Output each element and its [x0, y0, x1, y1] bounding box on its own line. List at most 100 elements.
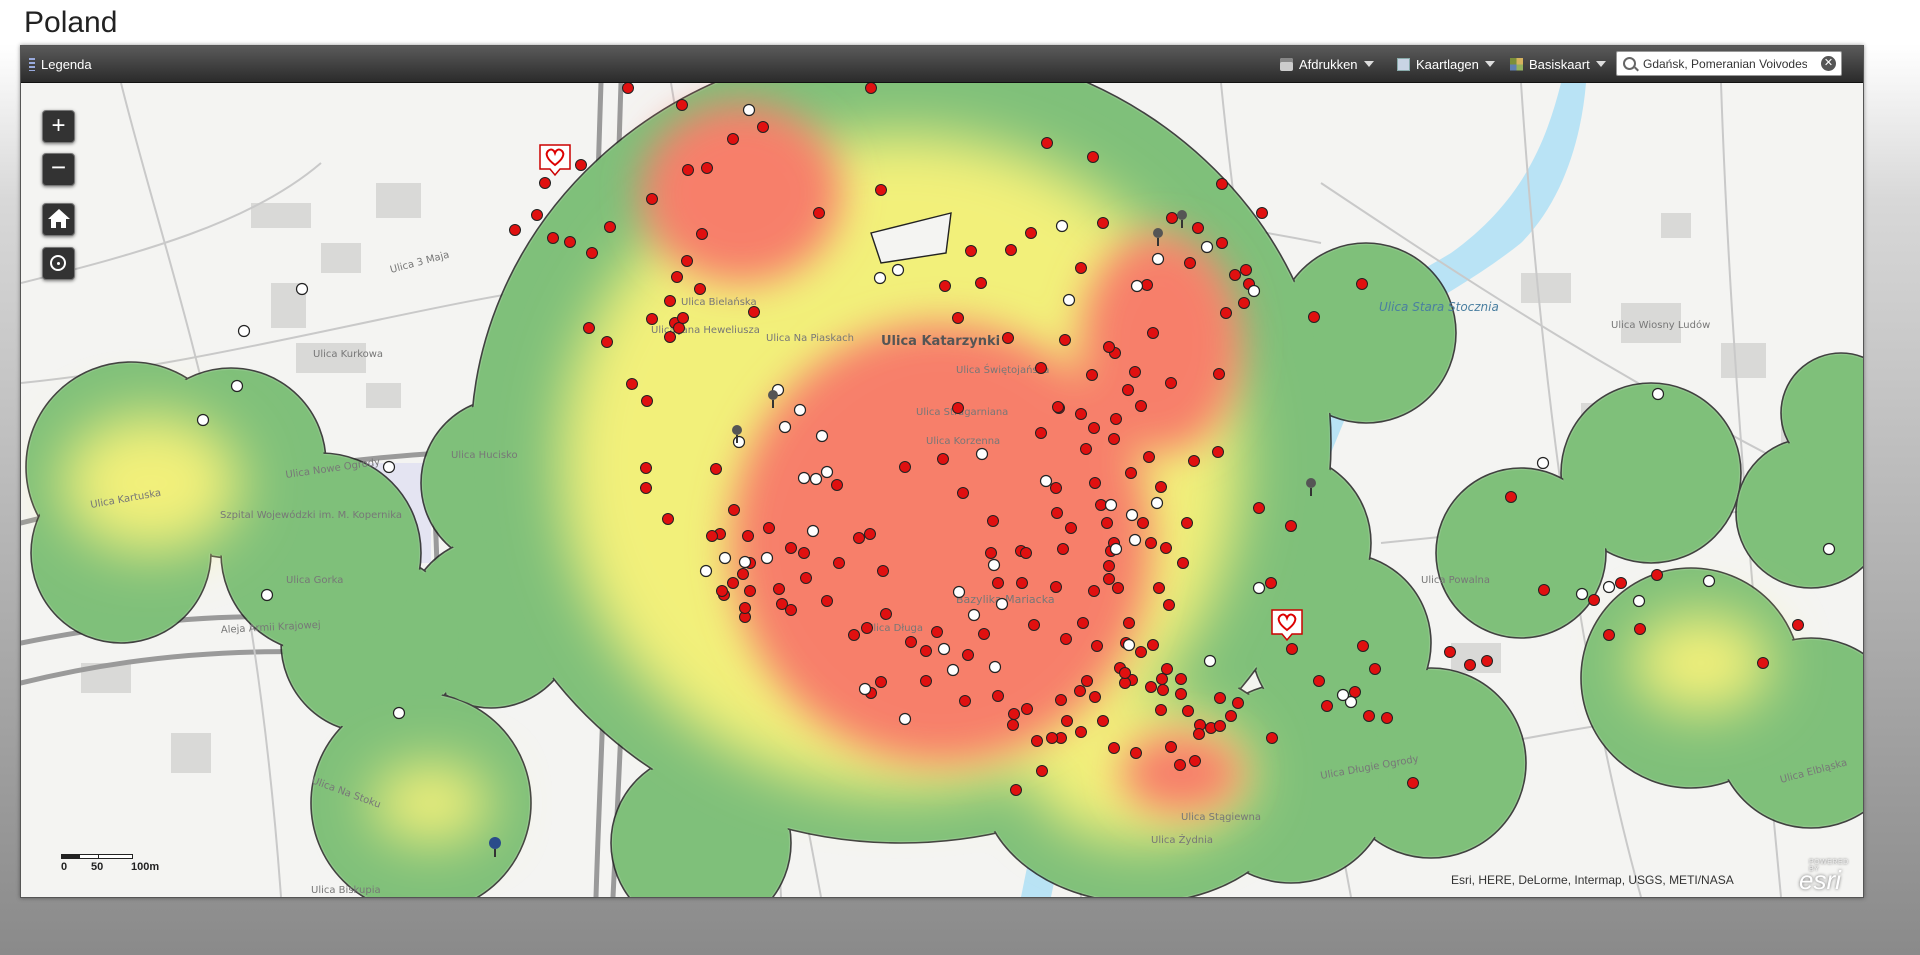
observation-point[interactable]: [1089, 691, 1101, 703]
observation-point[interactable]: [1108, 433, 1120, 445]
observation-point[interactable]: [985, 547, 997, 559]
observation-point[interactable]: [1538, 584, 1550, 596]
observation-point[interactable]: [1145, 537, 1157, 549]
observation-point[interactable]: [1075, 262, 1087, 274]
observation-point[interactable]: [937, 453, 949, 465]
observation-point[interactable]: [1214, 720, 1226, 732]
observation-point[interactable]: [1016, 577, 1028, 589]
observation-point[interactable]: [1588, 594, 1600, 606]
observation-point[interactable]: [1247, 284, 1261, 298]
observation-point[interactable]: [1061, 715, 1073, 727]
observation-point[interactable]: [1097, 715, 1109, 727]
observation-point[interactable]: [809, 472, 823, 486]
observation-point[interactable]: [547, 232, 559, 244]
observation-point[interactable]: [1229, 269, 1241, 281]
observation-point[interactable]: [1157, 684, 1169, 696]
observation-point[interactable]: [1108, 742, 1120, 754]
observation-point[interactable]: [1212, 446, 1224, 458]
observation-point[interactable]: [785, 604, 797, 616]
observation-point[interactable]: [1145, 681, 1157, 693]
observation-point[interactable]: [531, 209, 543, 221]
observation-point[interactable]: [813, 207, 825, 219]
observation-point[interactable]: [1192, 222, 1204, 234]
observation-point[interactable]: [1156, 673, 1168, 685]
observation-point[interactable]: [1265, 577, 1277, 589]
observation-point[interactable]: [742, 530, 754, 542]
observation-point[interactable]: [1021, 703, 1033, 715]
observation-point[interactable]: [899, 461, 911, 473]
observation-point[interactable]: [1119, 667, 1131, 679]
zoom-in-button[interactable]: +: [42, 110, 75, 143]
observation-point[interactable]: [959, 695, 971, 707]
observation-point[interactable]: [1151, 252, 1165, 266]
observation-point[interactable]: [877, 565, 889, 577]
observation-point[interactable]: [664, 295, 676, 307]
observation-point[interactable]: [1363, 710, 1375, 722]
observation-point[interactable]: [1575, 587, 1589, 601]
observation-point[interactable]: [1002, 332, 1014, 344]
observation-point[interactable]: [1119, 677, 1131, 689]
observation-point[interactable]: [706, 530, 718, 542]
observation-point[interactable]: [604, 221, 616, 233]
observation-point[interactable]: [260, 588, 274, 602]
observation-point[interactable]: [1103, 560, 1115, 572]
observation-point[interactable]: [995, 597, 1009, 611]
observation-point[interactable]: [392, 706, 406, 720]
observation-point[interactable]: [1603, 629, 1615, 641]
observation-point[interactable]: [1175, 688, 1187, 700]
observation-point[interactable]: [1075, 726, 1087, 738]
observation-point[interactable]: [673, 322, 685, 334]
observation-point[interactable]: [1702, 574, 1716, 588]
observation-point[interactable]: [671, 271, 683, 283]
print-button[interactable]: Afdrukken: [1280, 46, 1374, 82]
observation-point[interactable]: [967, 608, 981, 622]
observation-point[interactable]: [1065, 522, 1077, 534]
observation-point[interactable]: [1464, 659, 1476, 671]
observation-point[interactable]: [237, 324, 251, 338]
observation-point[interactable]: [898, 712, 912, 726]
observation-point[interactable]: [564, 236, 576, 248]
observation-point[interactable]: [664, 331, 676, 343]
observation-point[interactable]: [699, 564, 713, 578]
observation-point[interactable]: [539, 177, 551, 189]
observation-point[interactable]: [1792, 619, 1804, 631]
observation-point[interactable]: [694, 283, 706, 295]
observation-point[interactable]: [1651, 387, 1665, 401]
observation-point[interactable]: [1253, 502, 1265, 514]
observation-point[interactable]: [1286, 643, 1298, 655]
observation-point[interactable]: [1035, 362, 1047, 374]
observation-point[interactable]: [1137, 517, 1149, 529]
observation-point[interactable]: [820, 465, 834, 479]
observation-point[interactable]: [1308, 311, 1320, 323]
observation-point[interactable]: [646, 313, 658, 325]
observation-point[interactable]: [1536, 456, 1550, 470]
observation-point[interactable]: [962, 649, 974, 661]
observation-point[interactable]: [1088, 585, 1100, 597]
observation-point[interactable]: [1757, 657, 1769, 669]
observation-point[interactable]: [798, 547, 810, 559]
observation-point[interactable]: [853, 532, 865, 544]
observation-point[interactable]: [1189, 755, 1201, 767]
observation-point[interactable]: [1095, 499, 1107, 511]
observation-point[interactable]: [1147, 639, 1159, 651]
observation-point[interactable]: [1193, 728, 1205, 740]
observation-point[interactable]: [1214, 692, 1226, 704]
observation-point[interactable]: [1007, 719, 1019, 731]
observation-point[interactable]: [601, 336, 613, 348]
observation-point[interactable]: [1050, 482, 1062, 494]
observation-point[interactable]: [509, 224, 521, 236]
observation-point[interactable]: [1086, 369, 1098, 381]
observation-point[interactable]: [1165, 741, 1177, 753]
observation-point[interactable]: [1165, 377, 1177, 389]
observation-point[interactable]: [831, 479, 843, 491]
observation-point[interactable]: [1055, 219, 1069, 233]
observation-point[interactable]: [1123, 617, 1135, 629]
observation-point[interactable]: [677, 312, 689, 324]
observation-point[interactable]: [797, 471, 811, 485]
observation-point[interactable]: [1060, 633, 1072, 645]
observation-point[interactable]: [1357, 640, 1369, 652]
observation-point[interactable]: [622, 83, 634, 94]
observation-point[interactable]: [987, 515, 999, 527]
observation-point[interactable]: [905, 636, 917, 648]
observation-point[interactable]: [727, 577, 739, 589]
